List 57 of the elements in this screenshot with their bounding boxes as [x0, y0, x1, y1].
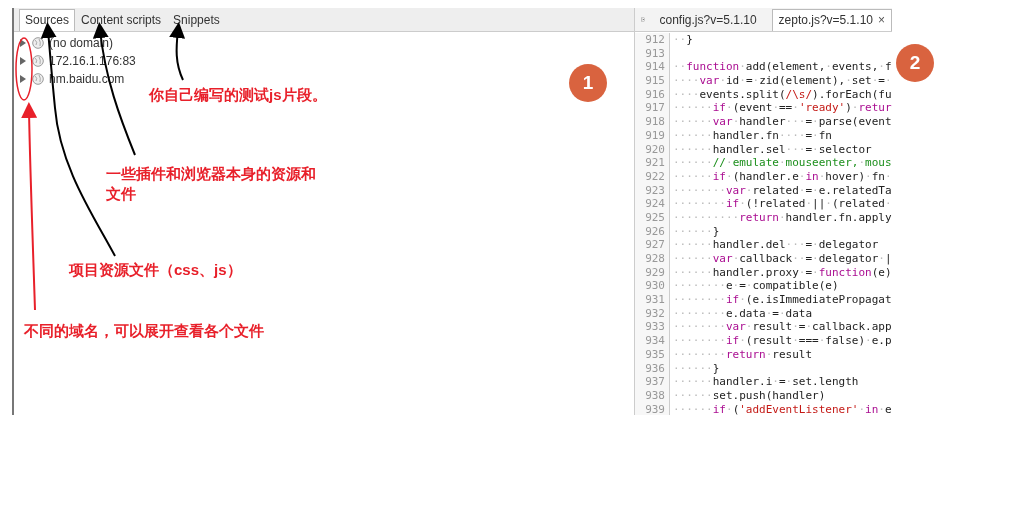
line-number: 914 [635, 60, 670, 75]
annotation-text: 项目资源文件（css、js） [69, 260, 242, 280]
code-line: ········e·=·compatible(e) [672, 279, 839, 294]
code-line: ······var·callback··=·delegator·| [672, 252, 892, 266]
code-line: ······handler.proxy·=·function(e) [672, 265, 892, 280]
code-line: ······var·handler···=·parse(event [672, 115, 892, 129]
highlight-ellipse [15, 37, 33, 101]
code-line: ······set.push(handler) [672, 388, 826, 403]
number-badge: 2 [896, 44, 934, 82]
line-number: 933 [635, 320, 670, 335]
annotation-text: 不同的域名，可以展开查看各个文件 [24, 321, 264, 341]
code-line: ········if·(e.isImmediatePropagat [672, 293, 892, 307]
code-line: ····var·id·=·zid(element),·set·=· [672, 74, 892, 88]
close-icon[interactable]: × [878, 13, 885, 27]
code-line: ······handler.sel···=·selector [672, 142, 872, 157]
code-line: ··} [672, 33, 693, 47]
code-line: ······handler.fn····=·fn [672, 128, 832, 143]
line-number: 927 [635, 238, 670, 252]
code-line: ········e.data·=·data [672, 306, 813, 321]
code-line: ········return·result [672, 347, 813, 362]
panel-tab[interactable]: Sources [19, 9, 76, 31]
file-tab[interactable]: config.js?v=5.1.10 [652, 9, 764, 31]
globe-icon [32, 55, 44, 67]
file-tab[interactable]: zepto.js?v=5.1.10 × [771, 9, 892, 31]
code-line: ····events.split(/\s/).forEach(fu [672, 87, 892, 102]
line-number: 934 [635, 334, 670, 348]
code-line: ······} [672, 224, 720, 239]
code-line: ··········return·handler.fn.apply [672, 210, 892, 225]
code-line: ········if·(!related·||·(related· [672, 197, 892, 211]
number-badge: 1 [569, 64, 607, 102]
panel-tab[interactable]: Snippets [167, 9, 226, 31]
globe-icon [32, 73, 44, 85]
code-line: ······if·(handler.e·in·hover)·fn· [672, 169, 892, 184]
code-line: ··function·add(element,·events,·f [672, 60, 892, 75]
code-line: ······if·(event·==·'ready')·retur [672, 101, 892, 116]
code-line: ······handler.del···=·delegator [672, 238, 879, 252]
line-number: 937 [635, 375, 670, 389]
globe-icon [32, 37, 44, 49]
code-line: ······if·('addEventListener'·in·e [672, 402, 892, 415]
line-number: 918 [635, 115, 670, 129]
code-line: ········var·related·=·e.relatedTa [672, 183, 892, 198]
line-number: 921 [635, 156, 670, 170]
annotation-text: 你自己编写的测试js片段。 [149, 85, 327, 105]
line-number: 928 [635, 252, 670, 266]
code-line: ········if·(result·===·false)·e.p [672, 334, 892, 348]
panel-tab[interactable]: Content scripts [75, 9, 168, 31]
code-line: ······//·emulate·mouseenter,·mous [672, 156, 892, 170]
line-number: 924 [635, 197, 670, 211]
line-number: 912 [635, 33, 670, 47]
line-number: 931 [635, 293, 670, 307]
line-number: 915 [635, 74, 670, 88]
code-line: ········var·result·=·callback.app [672, 320, 892, 335]
annotation-text: 一些插件和浏览器本身的资源和文件 [106, 164, 316, 204]
code-line: ······handler.i·=·set.length [672, 375, 859, 389]
code-line: ······} [672, 361, 720, 376]
line-number: 917 [635, 101, 670, 116]
line-number: 930 [635, 279, 670, 294]
